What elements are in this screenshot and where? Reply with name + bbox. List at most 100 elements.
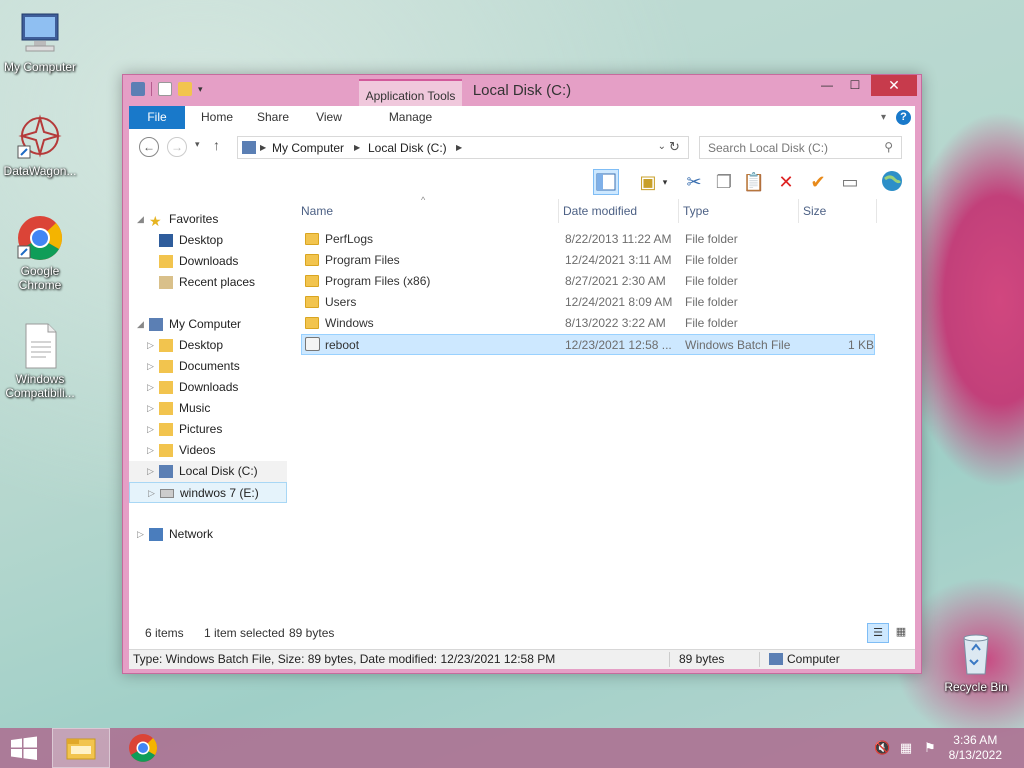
nav-network[interactable]: ▷ Network — [129, 524, 287, 545]
tab-share[interactable]: Share — [245, 106, 301, 129]
clock-date: 8/13/2022 — [948, 748, 1002, 762]
breadcrumb-local-disk[interactable]: Local Disk (C:) — [368, 141, 447, 155]
file-name: PerfLogs — [325, 232, 374, 246]
maximize-button[interactable]: ☐ — [841, 75, 869, 96]
column-header-name[interactable]: Name — [297, 199, 559, 223]
copy-icon[interactable]: ❐ — [711, 169, 737, 195]
column-header-date[interactable]: Date modified — [559, 199, 679, 223]
file-name: Users — [325, 295, 357, 309]
collapse-arrow-icon[interactable]: ◢ — [137, 314, 144, 335]
desktop-icon-my-computer[interactable]: My Computer — [0, 10, 80, 74]
expand-ribbon-icon[interactable]: ▾ — [881, 112, 886, 123]
desktop-icon-windows-compatibility[interactable]: Windows Compatibili... — [0, 322, 80, 400]
file-row[interactable]: Program Files (x86) 8/27/2021 2:30 AM Fi… — [301, 271, 875, 292]
expand-arrow-icon[interactable]: ▷ — [147, 356, 154, 377]
collapse-arrow-icon[interactable]: ◢ — [137, 209, 144, 230]
nav-music[interactable]: ▷ Music — [129, 398, 287, 419]
file-row[interactable]: Program Files 12/24/2021 3:11 AM File fo… — [301, 250, 875, 271]
breadcrumb-separator-icon[interactable]: ▶ — [260, 143, 266, 152]
column-header-type[interactable]: Type — [679, 199, 799, 223]
videos-folder-icon — [159, 444, 173, 457]
desktop-icon-google-chrome[interactable]: Google Chrome — [0, 214, 80, 292]
breadcrumb-separator-icon[interactable]: ▶ — [354, 143, 360, 152]
preview-pane-icon[interactable] — [593, 169, 619, 195]
column-header-size[interactable]: Size — [799, 199, 877, 223]
file-date: 12/24/2021 8:09 AM — [565, 295, 673, 309]
network-status-icon[interactable]: ▦ — [898, 740, 914, 756]
expand-arrow-icon[interactable]: ▷ — [137, 524, 144, 545]
globe-icon[interactable] — [879, 169, 905, 195]
large-icons-view-icon[interactable]: ▦ — [891, 623, 911, 643]
nav-windwos-7-e[interactable]: ▷ windwos 7 (E:) — [129, 482, 287, 503]
expand-arrow-icon[interactable]: ▷ — [147, 398, 154, 419]
up-button[interactable]: ↑ — [213, 137, 220, 153]
checkmark-icon[interactable]: ✔ — [805, 169, 831, 195]
file-row-selected[interactable]: reboot 12/23/2021 12:58 ... Windows Batc… — [301, 334, 875, 355]
address-bar[interactable]: ▶ My Computer ▶ Local Disk (C:) ▶ ⌄ — [237, 136, 689, 159]
nav-fav-desktop[interactable]: Desktop — [129, 230, 287, 251]
network-icon — [149, 528, 163, 541]
tab-view[interactable]: View — [301, 106, 357, 129]
expand-arrow-icon[interactable]: ▷ — [147, 377, 154, 398]
file-row[interactable]: PerfLogs 8/22/2013 11:22 AM File folder — [301, 229, 875, 250]
tab-file[interactable]: File — [129, 106, 185, 129]
paste-icon[interactable]: 📋 — [741, 169, 767, 195]
desktop-icon-datawagon[interactable]: DataWagon... — [0, 114, 80, 178]
nav-downloads[interactable]: ▷ Downloads — [129, 377, 287, 398]
expand-arrow-icon[interactable]: ▷ — [147, 419, 154, 440]
delete-icon[interactable]: ✕ — [773, 169, 799, 195]
minimize-button[interactable]: — — [813, 75, 841, 96]
file-row[interactable]: Windows 8/13/2022 3:22 AM File folder — [301, 313, 875, 334]
refresh-button[interactable]: ↻ — [669, 139, 680, 155]
nav-label: windwos 7 (E:) — [180, 486, 259, 500]
expand-arrow-icon[interactable]: ▷ — [147, 335, 154, 356]
close-button[interactable]: ✕ — [871, 75, 917, 96]
details-bar: Type: Windows Batch File, Size: 89 bytes… — [129, 649, 915, 669]
expand-arrow-icon[interactable]: ▷ — [148, 483, 155, 504]
rename-icon[interactable]: ▭ — [837, 169, 863, 195]
clock[interactable]: 3:36 AM 8/13/2022 — [949, 733, 1002, 763]
nav-label: Downloads — [179, 380, 239, 394]
windows-logo-icon — [11, 736, 37, 760]
nav-my-computer[interactable]: ◢ My Computer — [129, 314, 287, 335]
details-view-icon[interactable]: ☰ — [867, 623, 889, 643]
selection-count: 1 item selected — [204, 626, 285, 640]
expand-arrow-icon[interactable]: ▷ — [147, 440, 154, 461]
toolbar-dropdown-icon[interactable]: ▾ — [659, 169, 671, 195]
nav-label: Videos — [179, 443, 216, 457]
tab-manage[interactable]: Manage — [359, 106, 462, 129]
nav-fav-recent-places[interactable]: Recent places — [129, 272, 287, 293]
nav-videos[interactable]: ▷ Videos — [129, 440, 287, 461]
nav-local-disk-c[interactable]: ▷ Local Disk (C:) — [129, 461, 287, 482]
breadcrumb-separator-icon[interactable]: ▶ — [456, 143, 462, 152]
nav-favorites[interactable]: ◢ ★ Favorites — [129, 209, 287, 230]
nav-fav-downloads[interactable]: Downloads — [129, 251, 287, 272]
address-dropdown-icon[interactable]: ⌄ — [658, 141, 666, 152]
forward-button[interactable]: → — [167, 137, 187, 157]
title-bar[interactable]: ▾ Application Tools Local Disk (C:) — ☐ … — [123, 75, 921, 131]
nav-documents[interactable]: ▷ Documents — [129, 356, 287, 377]
taskbar-file-explorer[interactable] — [52, 728, 110, 768]
properties-check-icon[interactable]: ▣ — [635, 169, 661, 195]
search-icon[interactable]: ⚲ — [884, 140, 893, 154]
cut-icon[interactable]: ✂ — [681, 169, 707, 195]
details-text: Type: Windows Batch File, Size: 89 bytes… — [133, 652, 556, 666]
volume-muted-icon[interactable]: 🔇 — [874, 740, 890, 756]
star-icon: ★ — [149, 213, 162, 229]
desktop-icon-recycle-bin[interactable]: Recycle Bin — [936, 630, 1016, 694]
tab-home[interactable]: Home — [189, 106, 245, 129]
start-button[interactable] — [0, 728, 58, 768]
action-center-icon[interactable]: ⚑ — [922, 740, 938, 756]
back-button[interactable]: ← — [139, 137, 159, 157]
nav-label: Network — [169, 527, 214, 541]
help-icon[interactable]: ? — [896, 110, 911, 125]
recent-locations-icon[interactable]: ▾ — [195, 139, 200, 150]
expand-arrow-icon[interactable]: ▷ — [147, 461, 154, 482]
taskbar-chrome[interactable] — [114, 728, 172, 768]
search-input[interactable]: Search Local Disk (C:) ⚲ — [699, 136, 902, 159]
breadcrumb-my-computer[interactable]: My Computer — [272, 141, 344, 155]
datawagon-icon — [16, 114, 64, 162]
nav-desktop[interactable]: ▷ Desktop — [129, 335, 287, 356]
file-row[interactable]: Users 12/24/2021 8:09 AM File folder — [301, 292, 875, 313]
nav-pictures[interactable]: ▷ Pictures — [129, 419, 287, 440]
